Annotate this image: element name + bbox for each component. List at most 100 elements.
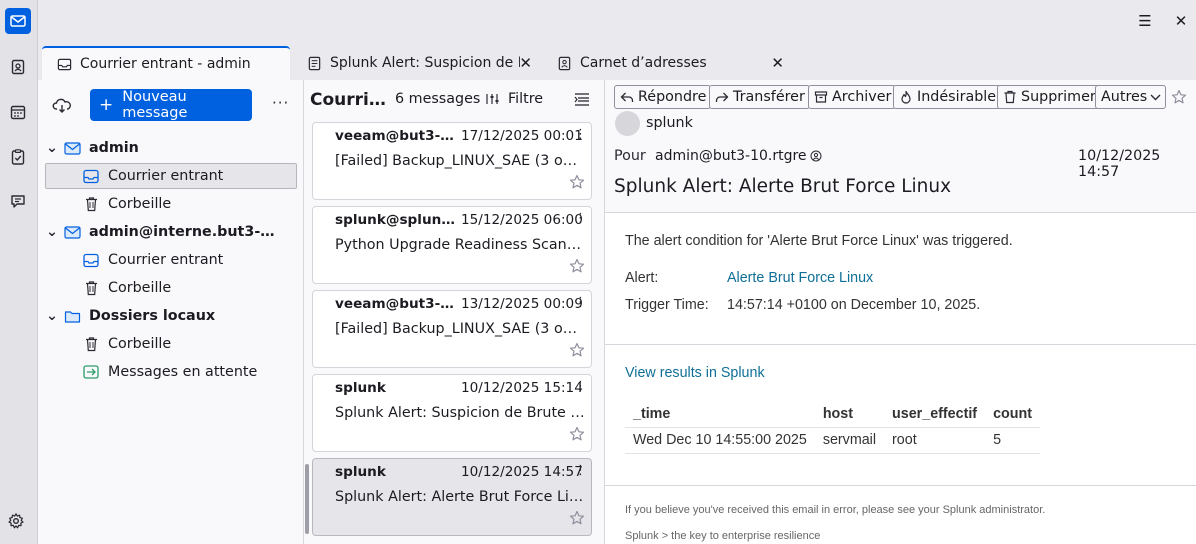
recipient-email: admin@but3-10.rtgre [655,148,807,164]
folder-trash-admin[interactable]: Corbeille [45,191,297,217]
message-subject: Splunk Alert: Alerte Brut Force Linux [614,176,952,197]
chevron-down-icon [1150,93,1161,101]
folder-name: Courrier entrant [108,252,224,268]
settings-gear-icon[interactable] [7,512,27,532]
junk-label: Indésirable [917,89,997,105]
folder-name: Messages en attente [108,364,258,380]
message-card[interactable]: veeam@but3-10.rtgre 17/12/2025 00:01 ⋮ [… [312,122,592,200]
alert-name-link[interactable]: Alerte Brut Force Linux [727,270,873,286]
message-sender: splunk@splunk.but3-10.rtgre [335,212,459,228]
star-icon[interactable] [569,174,585,190]
tab-address-book[interactable]: Carnet d’adresses ✕ [542,46,790,80]
archive-label: Archiver [832,89,892,105]
junk-button[interactable]: Indésirable [893,85,1002,109]
folder-inbox-interne[interactable]: Courrier entrant [45,247,297,273]
message-card[interactable]: veeam@but3-10.rtgre 13/12/2025 00:09 ⋮ [… [312,290,592,368]
recipient-address[interactable]: admin@but3-10.rtgre [655,148,822,164]
star-icon[interactable] [569,258,585,274]
column-header: count [985,401,1040,428]
quick-filter-button[interactable]: Filtre rapide [486,91,544,107]
message-date: 17/12/2025 00:01 [461,128,583,144]
recipient-label: Pour [614,148,646,164]
alert-label: Alert: [625,270,659,286]
divider [605,485,1196,486]
close-tab-icon[interactable]: ✕ [519,54,532,72]
message-card[interactable]: splunk@splunk.but3-10.rtgre 15/12/2025 0… [312,206,592,284]
more-actions-button[interactable]: Autres [1095,85,1167,109]
star-icon[interactable] [569,342,585,358]
folder-outbox-local[interactable]: Messages en attente [45,359,297,385]
plus-icon: + [99,94,114,115]
message-menu-icon[interactable]: ⋮ [574,463,587,478]
chevron-down-icon[interactable]: ⌄ [45,140,59,156]
folder-name: Corbeille [108,196,172,212]
table-header-row: _time host user_effectif count [625,401,1040,428]
chevron-down-icon[interactable]: ⌄ [45,224,59,240]
contact-icon [810,150,822,162]
message-icon [306,55,322,71]
delete-button[interactable]: Supprimer [997,85,1101,109]
new-message-button[interactable]: + Nouveau message [90,89,252,121]
message-menu-icon[interactable]: ⋮ [574,127,587,142]
message-menu-icon[interactable]: ⋮ [574,379,587,394]
trigger-time-value: 14:57:14 +0100 on December 10, 2025. [727,297,981,313]
account-admin-interne[interactable]: ⌄ admin@interne.but3-10.rtgre [45,219,297,245]
chat-icon[interactable] [5,188,31,214]
message-sender: splunk [335,464,386,480]
trash-icon [82,335,100,353]
tasks-icon[interactable] [5,144,31,170]
tab-label: Splunk Alert: Suspicion de Brute Force L… [330,55,520,71]
message-date: 10/12/2025 15:14 [461,380,583,396]
address-book-icon[interactable] [5,54,31,80]
spaces-toolbar [0,0,38,544]
footer-tagline: Splunk > the key to enterprise resilienc… [625,530,821,542]
message-body: The alert condition for 'Alerte Brut For… [605,212,1196,544]
view-results-link[interactable]: View results in Splunk [625,365,765,381]
sender-name[interactable]: splunk [646,115,693,131]
message-card-selected[interactable]: splunk 10/12/2025 14:57 ⋮ Splunk Alert: … [312,458,592,536]
filter-label: Filtre rapide [508,91,544,107]
filter-icon [486,92,502,106]
delete-label: Supprimer [1021,89,1096,105]
tab-inbox[interactable]: Courrier entrant - admin [42,46,290,80]
window-close-icon[interactable]: ✕ [1171,11,1191,31]
mail-icon[interactable] [5,8,31,34]
message-menu-icon[interactable]: ⋮ [574,295,587,310]
account-admin[interactable]: ⌄ admin [45,135,297,161]
title-bar: ☰ ✕ [38,0,1196,42]
forward-button[interactable]: Transférer [709,85,810,109]
trash-icon [1003,90,1017,104]
message-menu-icon[interactable]: ⋮ [574,211,587,226]
tab-label: Courrier entrant - admin [80,56,251,72]
archive-button[interactable]: Archiver [808,85,897,109]
scrollbar[interactable] [305,464,309,534]
more-options-icon[interactable]: ··· [272,94,289,112]
table-cell: servmail [814,427,885,454]
chevron-down-icon[interactable]: ⌄ [45,308,59,324]
table-cell: root [884,427,986,454]
app-menu-icon[interactable]: ☰ [1135,11,1155,31]
reply-button[interactable]: Répondre [614,85,712,109]
table-cell: Wed Dec 10 14:55:00 2025 [625,427,815,454]
mail-account-icon [63,139,81,157]
account-local-folders[interactable]: ⌄ Dossiers locaux [45,303,297,329]
get-messages-icon[interactable] [52,96,72,116]
star-icon[interactable] [1171,89,1187,105]
close-tab-icon[interactable]: ✕ [771,54,784,72]
column-header: user_effectif [884,401,986,428]
trash-icon [82,279,100,297]
archive-icon [814,90,828,104]
footer-disclaimer: If you believe you've received this emai… [625,504,1046,516]
more-label: Autres [1101,89,1148,105]
tab-message[interactable]: Splunk Alert: Suspicion de Brute Force L… [292,46,538,80]
account-name: admin [89,140,139,156]
message-card[interactable]: splunk 10/12/2025 15:14 ⋮ Splunk Alert: … [312,374,592,452]
folder-inbox-admin[interactable]: Courrier entrant [45,163,297,189]
folder-trash-local[interactable]: Corbeille [45,331,297,357]
star-icon[interactable] [569,426,585,442]
folder-trash-interne[interactable]: Corbeille [45,275,297,301]
outbox-icon [82,363,100,381]
calendar-icon[interactable] [5,99,31,125]
star-icon[interactable] [569,510,585,526]
display-options-icon[interactable] [574,91,590,107]
